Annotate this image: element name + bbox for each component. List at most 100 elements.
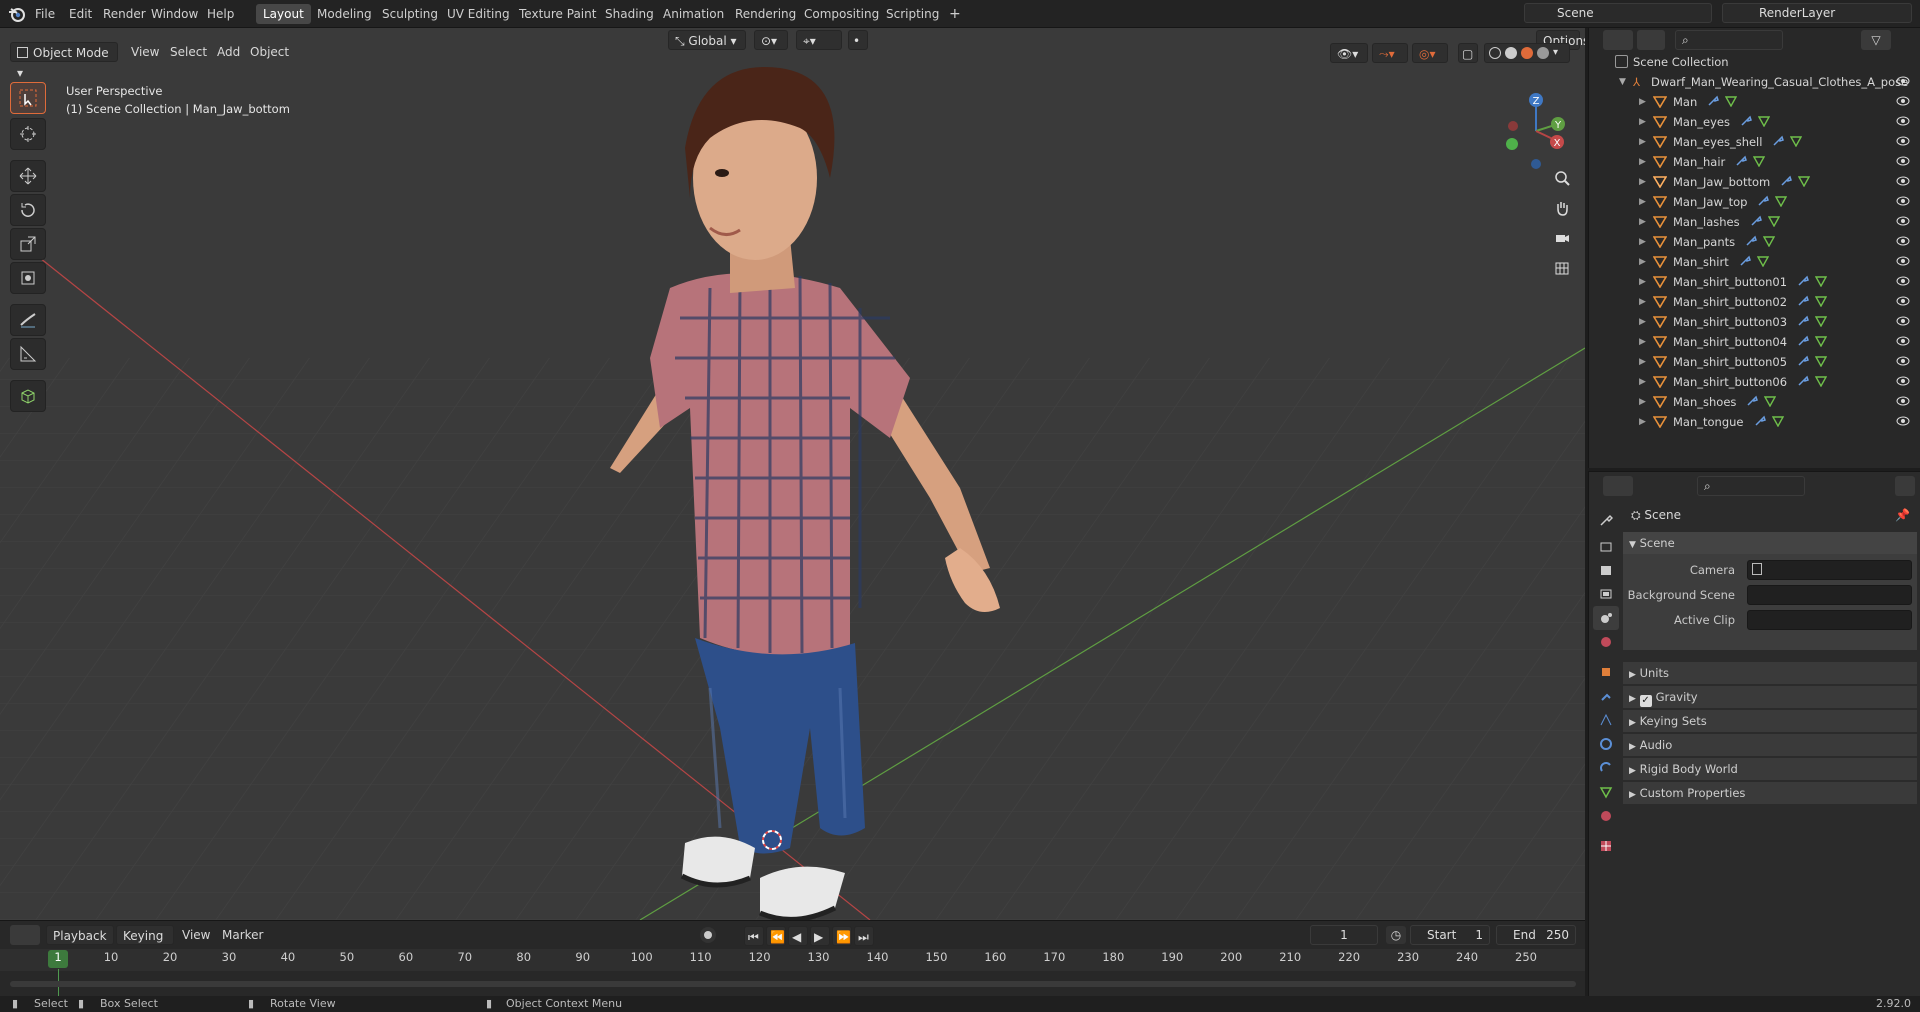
expand-arrow-icon[interactable]: ▶ (1639, 272, 1646, 292)
modifier-wrench-icon[interactable] (1797, 295, 1809, 307)
modifier-wrench-icon[interactable] (1740, 115, 1752, 127)
outliner-item-man-pants[interactable]: ▶ Man_pants (1589, 232, 1920, 252)
eye-icon[interactable] (1896, 215, 1910, 227)
eye-icon[interactable] (1896, 295, 1910, 307)
expand-arrow-icon[interactable]: ▶ (1639, 372, 1646, 392)
shading-mode-group[interactable]: ▾ (1484, 43, 1570, 63)
tab-constraints-icon[interactable] (1593, 756, 1619, 780)
tab-particles-icon[interactable] (1593, 708, 1619, 732)
expand-arrow-icon[interactable]: ▶ (1639, 392, 1646, 412)
tab-texture-paint[interactable]: Texture Paint (512, 4, 603, 24)
expand-arrow-icon[interactable]: ▶ (1639, 412, 1646, 432)
properties-editor-type[interactable] (1603, 476, 1633, 496)
3d-viewport[interactable]: Object Mode ▾ View Select Add Object ⤡ G… (0, 28, 1585, 920)
visibility-dropdown[interactable]: 👁▾ (1330, 43, 1368, 63)
outliner-item-man[interactable]: ▶ Man (1589, 92, 1920, 112)
tab-texture-icon[interactable] (1593, 834, 1619, 858)
tab-render-icon[interactable] (1593, 534, 1619, 558)
outliner-display-mode[interactable] (1637, 30, 1665, 50)
eye-icon[interactable] (1896, 115, 1910, 127)
tab-shading[interactable]: Shading (598, 4, 661, 24)
modifier-wrench-icon[interactable] (1797, 375, 1809, 387)
outliner-item-man-eyes[interactable]: ▶ Man_eyes (1589, 112, 1920, 132)
material-shading-icon[interactable] (1521, 47, 1533, 59)
wireframe-shading-icon[interactable] (1489, 47, 1501, 59)
tab-sculpting[interactable]: Sculpting (375, 4, 445, 24)
outliner-collection-row[interactable]: ▼ ⅄ Dwarf_Man_Wearing_Casual_Clothes_A_p… (1589, 72, 1920, 92)
outliner-item-man-tongue[interactable]: ▶ Man_tongue (1589, 412, 1920, 432)
tool-add-cube[interactable] (10, 380, 46, 412)
eye-icon[interactable] (1896, 235, 1910, 247)
transform-orientation-dropdown[interactable]: ⤡ Global ▾ (668, 30, 746, 50)
expand-arrow-icon[interactable]: ▶ (1639, 212, 1646, 232)
eye-icon[interactable] (1896, 315, 1910, 327)
outliner-item-man-shirt-button01[interactable]: ▶ Man_shirt_button01 (1589, 272, 1920, 292)
solid-shading-icon[interactable] (1505, 47, 1517, 59)
eye-icon[interactable] (1896, 335, 1910, 347)
outliner-item-man-eyes-shell[interactable]: ▶ Man_eyes_shell (1589, 132, 1920, 152)
outliner-item-man-shirt-button04[interactable]: ▶ Man_shirt_button04 (1589, 332, 1920, 352)
pin-icon[interactable]: 📌 (1895, 508, 1910, 522)
camera-field[interactable] (1747, 560, 1912, 580)
expand-arrow-icon[interactable]: ▶ (1639, 152, 1646, 172)
start-frame-field[interactable]: Start 1 (1410, 925, 1490, 945)
outliner-panel[interactable]: ⌕ ▽ Scene Collection ▼ ⅄ Dwarf_Man_Weari… (1588, 28, 1920, 468)
expand-arrow-icon[interactable]: ▶ (1639, 332, 1646, 352)
viewport-menu-object[interactable]: Object (250, 45, 289, 59)
viewport-menu-view[interactable]: View (131, 45, 159, 59)
blender-logo-icon[interactable] (8, 5, 26, 23)
modifier-wrench-icon[interactable] (1780, 175, 1793, 187)
tab-rendering[interactable]: Rendering (728, 4, 803, 24)
add-workspace-button[interactable]: + (942, 4, 968, 24)
tool-cursor[interactable] (10, 118, 46, 150)
outliner-item-man-shirt-button03[interactable]: ▶ Man_shirt_button03 (1589, 312, 1920, 332)
menu-render[interactable]: Render (98, 4, 151, 24)
mesh-data-icon[interactable] (1815, 275, 1828, 287)
modifier-wrench-icon[interactable] (1797, 275, 1809, 287)
timeline-editor-type[interactable] (10, 925, 40, 945)
properties-panel[interactable]: ⌕ ⛭ Scene 📌 ▼ Scene Camera Background Sc… (1588, 471, 1920, 1004)
perspective-toggle-icon[interactable] (1548, 254, 1576, 282)
mesh-data-icon[interactable] (1815, 375, 1828, 387)
pan-hand-icon[interactable] (1548, 194, 1576, 222)
jump-end-icon[interactable]: ⏭ (854, 926, 874, 946)
scene-selector[interactable]: Scene (1524, 3, 1712, 23)
gizmo-toggle[interactable]: ⤳▾ (1372, 43, 1408, 63)
section-scene[interactable]: ▼ Scene (1623, 532, 1917, 554)
timeline-scrollbar[interactable] (10, 981, 1576, 987)
menu-help[interactable]: Help (202, 4, 239, 24)
pivot-point-dropdown[interactable]: ⊙▾ (754, 30, 788, 50)
viewport-menu-add[interactable]: Add (217, 45, 240, 59)
mesh-data-icon[interactable] (1815, 355, 1828, 367)
eye-icon[interactable] (1896, 75, 1910, 87)
modifier-wrench-icon[interactable] (1797, 315, 1809, 327)
eye-icon[interactable] (1896, 375, 1910, 387)
section-keying-sets[interactable]: ▶ Keying Sets (1623, 710, 1917, 732)
modifier-wrench-icon[interactable] (1746, 395, 1759, 407)
active-clip-field[interactable] (1747, 610, 1912, 630)
tab-compositing[interactable]: Compositing (797, 4, 886, 24)
mesh-data-icon[interactable] (1725, 95, 1738, 107)
expand-arrow-icon[interactable]: ▶ (1639, 292, 1646, 312)
eye-icon[interactable] (1896, 175, 1910, 187)
tab-animation[interactable]: Animation (656, 4, 731, 24)
tab-material-icon[interactable] (1593, 804, 1619, 828)
eye-icon[interactable] (1896, 155, 1910, 167)
outliner-item-man-jaw-bottom[interactable]: ▶ Man_Jaw_bottom (1589, 172, 1920, 192)
outliner-editor-type[interactable] (1603, 30, 1633, 50)
expand-arrow-icon[interactable]: ▶ (1639, 92, 1646, 112)
timeline-marker-menu[interactable]: Marker (222, 928, 263, 942)
overlays-toggle[interactable]: ◎▾ (1412, 43, 1448, 63)
render-layer-selector[interactable]: RenderLayer (1722, 3, 1912, 23)
mesh-data-icon[interactable] (1764, 395, 1777, 407)
modifier-wrench-icon[interactable] (1772, 135, 1785, 147)
mesh-data-icon[interactable] (1757, 115, 1770, 127)
jump-start-icon[interactable]: ⏮ (744, 926, 764, 946)
object-mode-dropdown[interactable]: Object Mode ▾ (10, 42, 118, 80)
navigation-gizmo[interactable]: Z Y X (1500, 86, 1570, 176)
record-button[interactable] (700, 927, 716, 943)
tab-uv-editing[interactable]: UV Editing (440, 4, 517, 24)
play-icon[interactable]: ▶ (810, 926, 830, 946)
clock-icon[interactable]: ◷ (1386, 926, 1406, 944)
mesh-data-icon[interactable] (1815, 335, 1828, 347)
